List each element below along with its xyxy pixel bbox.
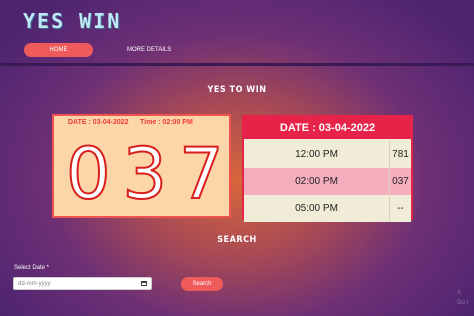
results-table: DATE : 03-04-2022 12:00 PM 781 02:00 PM … [242, 115, 413, 222]
section-title: YES TO WIN [207, 85, 267, 95]
nav-more-details-link[interactable]: MORE DETAILS [127, 43, 171, 57]
result-card: DATE : 03-04-2022 Time : 02:00 PM 037 [52, 114, 231, 218]
brand-logo[interactable]: YES WIN [23, 9, 121, 33]
nav-home-button[interactable]: HOME [24, 43, 93, 57]
search-title: SEARCH [217, 235, 257, 245]
table-row: 05:00 PM -- [244, 195, 411, 222]
header: YES WIN HOME MORE DETAILS [0, 0, 474, 66]
result-date: DATE : 03-04-2022 [68, 119, 129, 126]
calendar-icon[interactable] [141, 281, 147, 286]
watermark-line: A [457, 290, 462, 296]
row-value: 781 [392, 149, 409, 160]
activation-watermark: A Go t [457, 288, 468, 308]
select-date-label: Select Date * [14, 265, 50, 271]
result-time: Time : 02:00 PM [140, 119, 193, 126]
table-row: 12:00 PM 781 [244, 141, 411, 168]
table-row: 02:00 PM 037 [244, 168, 411, 195]
date-input[interactable]: dd-mm-yyyy [13, 277, 152, 290]
nav-divider [0, 63, 474, 66]
row-time: 05:00 PM [244, 195, 390, 222]
result-number: 037 [65, 133, 236, 215]
watermark-line: Go t [457, 300, 469, 306]
date-placeholder: dd-mm-yyyy [18, 280, 51, 287]
search-button[interactable]: Search [181, 277, 223, 291]
row-time: 02:00 PM [244, 168, 390, 195]
table-header: DATE : 03-04-2022 [244, 117, 411, 139]
row-time: 12:00 PM [244, 141, 390, 168]
row-value: 037 [392, 176, 409, 187]
row-value: -- [397, 203, 404, 214]
